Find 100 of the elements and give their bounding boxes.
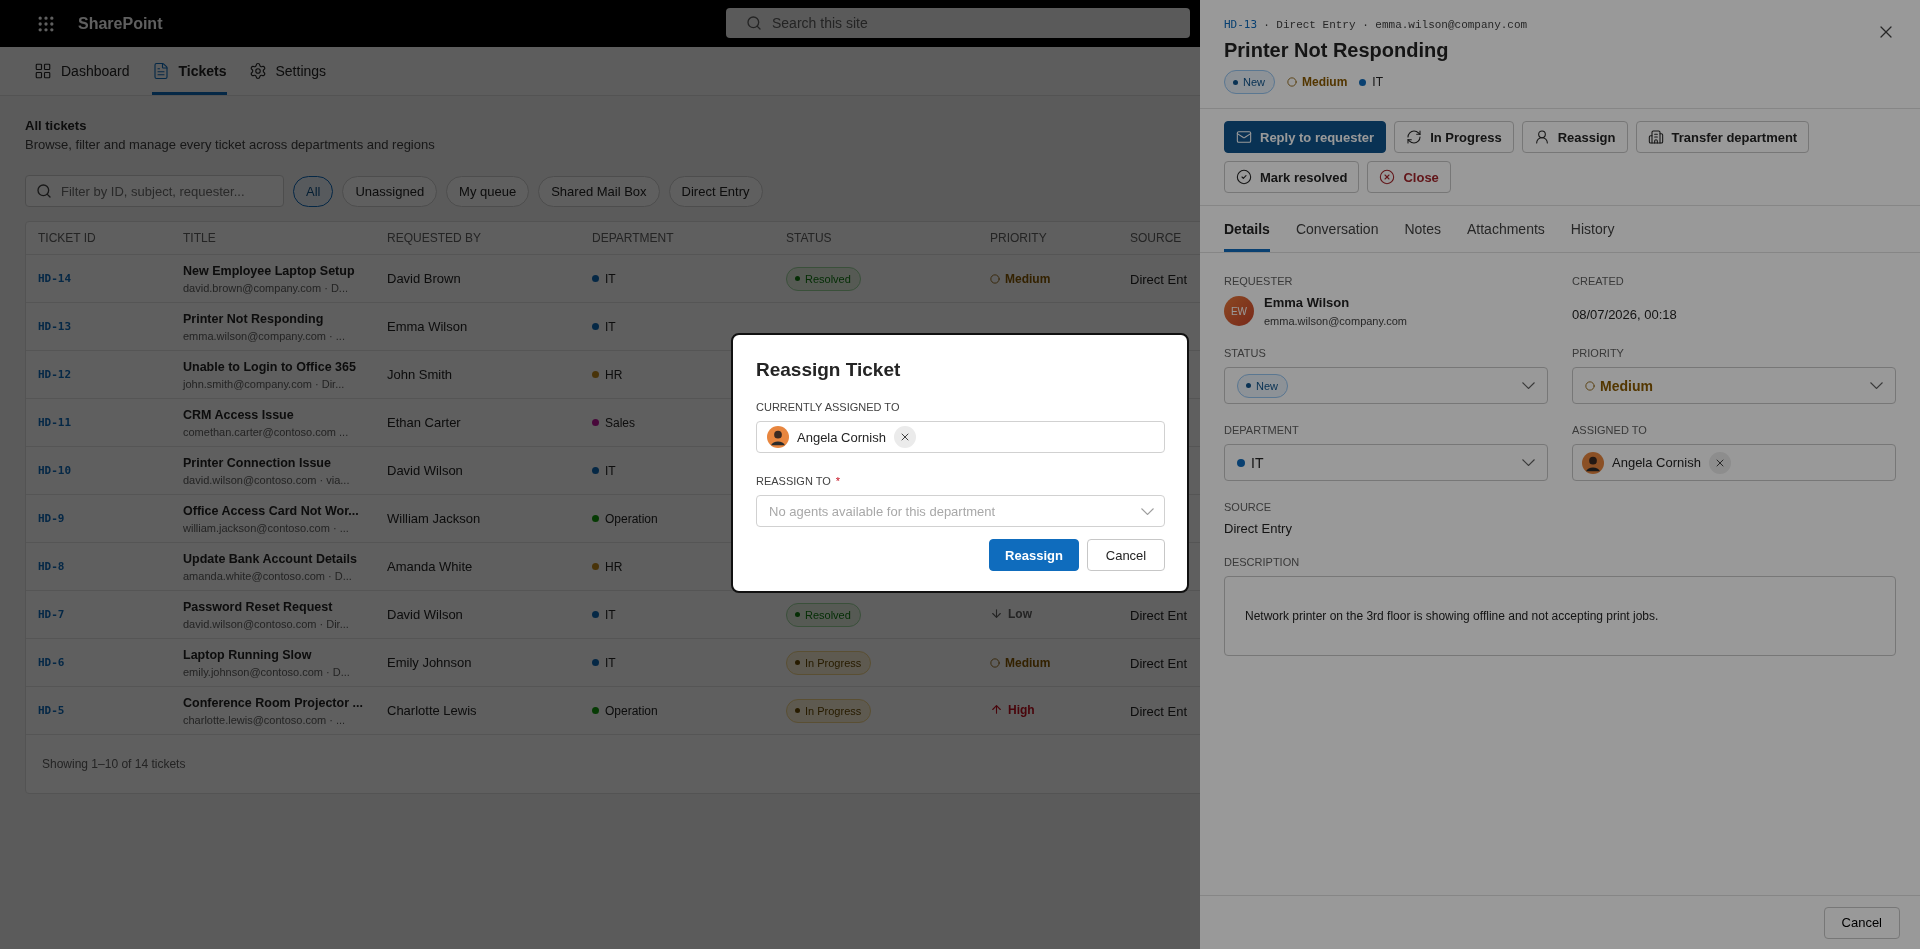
ticket-subtitle: david.brown@company.com · D...	[183, 281, 350, 294]
column-header: TITLE	[183, 231, 217, 245]
agent-select[interactable]: No agents available for this department	[756, 495, 1165, 527]
description-field[interactable]: Network printer on the 3rd floor is showing offline and not accepting print jobs.	[1224, 576, 1896, 656]
ticket-title: Office Access Card Not Wor...	[183, 503, 360, 518]
refresh-icon	[1406, 129, 1423, 145]
action-button[interactable]: In Progress	[1394, 121, 1514, 153]
ticket-id[interactable]: HD-8	[38, 560, 183, 573]
column-header: TICKET ID	[38, 231, 97, 245]
required-mark: *	[835, 475, 841, 487]
source-text: Direct Ent	[1130, 656, 1188, 671]
priority-text: Medium	[1005, 272, 1051, 286]
nav-tab[interactable]: Tickets	[151, 47, 227, 95]
filter-chip[interactable]: My queue	[446, 175, 530, 207]
column-header: PRIORITY	[990, 231, 1048, 245]
department-text: Operation	[605, 703, 658, 718]
ticket-title: Update Bank Account Details	[183, 551, 358, 566]
ticket-id[interactable]: HD-7	[38, 608, 183, 621]
action-button[interactable]: Mark resolved	[1224, 161, 1360, 193]
field-label: REQUESTER	[1224, 275, 1294, 287]
reassign-button[interactable]: Reassign	[989, 539, 1079, 571]
department-text: HR	[605, 559, 623, 574]
filter-chip[interactable]: All	[293, 175, 334, 207]
ticket-subtitle: amanda.white@contoso.com · D...	[183, 569, 353, 582]
field-label: ASSIGNED TO	[1572, 424, 1648, 436]
ticket-title: Laptop Running Slow	[183, 647, 313, 662]
field-label: REASSIGN TO	[756, 475, 831, 487]
circle-icon	[990, 274, 1000, 284]
action-button[interactable]: Reassign	[1521, 121, 1628, 153]
assignee-name: Angela Cornish	[1612, 455, 1701, 470]
field-label: DESCRIPTION	[1224, 556, 1301, 568]
department-text: IT	[605, 271, 616, 286]
ticket-subtitle: comethan.carter@contoso.com ...	[183, 425, 350, 438]
requester-name: Emily Johnson	[387, 655, 473, 670]
ticket-subtitle: emily.johnson@contoso.com · D...	[183, 665, 351, 678]
field-label: DEPARTMENT	[1224, 424, 1300, 436]
ticket-id[interactable]: HD-5	[38, 704, 183, 717]
status-badge: New	[1224, 70, 1275, 94]
requester-name: Amanda White	[387, 559, 474, 574]
ticket-id[interactable]: HD-10	[38, 464, 183, 477]
field-label: PRIORITY	[1572, 347, 1625, 359]
action-button[interactable]: Reply to requester	[1224, 121, 1387, 153]
status-badge: In Progress	[786, 698, 872, 723]
priority-text: High	[1008, 702, 1035, 717]
assignee-field[interactable]: Angela Cornish	[756, 421, 1165, 453]
field-label: CURRENTLY ASSIGNED TO	[756, 401, 900, 413]
department-text: IT	[605, 607, 616, 622]
avatar-icon	[767, 426, 789, 448]
filter-chip[interactable]: Direct Entry	[668, 175, 763, 207]
chevron-down-icon	[1870, 382, 1883, 389]
settings-icon	[248, 62, 267, 80]
source-text: Direct Ent	[1130, 704, 1188, 719]
panel-tab[interactable]: Attachments	[1467, 206, 1545, 252]
ticket-subtitle: william.jackson@contoso.com · ...	[183, 521, 350, 534]
status-select[interactable]: New	[1224, 367, 1548, 404]
ticket-id[interactable]: HD-9	[38, 512, 183, 525]
action-button[interactable]: Close	[1367, 161, 1451, 193]
ticket-id[interactable]: HD-13	[38, 320, 183, 333]
cancel-button[interactable]: Cancel	[1823, 906, 1900, 939]
search-icon	[746, 15, 762, 31]
department-select[interactable]: IT	[1224, 444, 1548, 481]
avatar: EW	[1224, 296, 1254, 326]
page-subtitle: Browse, filter and manage every ticket across departments and regions	[25, 137, 435, 152]
department-text: IT	[605, 655, 616, 670]
search-icon	[36, 183, 52, 199]
panel-tab[interactable]: Conversation	[1295, 206, 1379, 252]
ticket-id[interactable]: HD-11	[38, 416, 183, 429]
priority-text: Medium	[1302, 75, 1348, 89]
requester-name: David Brown	[387, 271, 462, 286]
nav-tab[interactable]: Settings	[248, 47, 327, 95]
filter-chip[interactable]: Unassigned	[342, 175, 438, 207]
page-title: All tickets	[25, 118, 87, 133]
source-text: Direct Ent	[1130, 272, 1188, 287]
priority-text: Medium	[1005, 656, 1051, 670]
remove-button[interactable]	[893, 426, 916, 448]
mail-icon	[1236, 129, 1252, 145]
ticket-id[interactable]: HD-12	[38, 368, 183, 381]
ticket-id[interactable]: HD-14	[38, 272, 183, 285]
column-header: STATUS	[786, 231, 833, 245]
field-label: SOURCE	[1224, 501, 1273, 513]
nav-tab[interactable]: Dashboard	[34, 47, 130, 95]
requester-name: David Wilson	[387, 607, 464, 622]
priority-select[interactable]: Medium	[1572, 367, 1896, 404]
panel-tab[interactable]: Details	[1224, 206, 1270, 252]
ticket-title: CRM Access Issue	[183, 407, 295, 422]
column-header: REQUESTED BY	[387, 231, 483, 245]
cancel-button[interactable]: Cancel	[1087, 539, 1165, 571]
panel-tab[interactable]: History	[1570, 206, 1615, 252]
status-badge: New	[1237, 373, 1288, 398]
department-text: IT	[605, 319, 616, 334]
status-badge: Resolved	[786, 602, 861, 627]
source-text: Direct Ent	[1130, 608, 1188, 623]
requester-email: emma.wilson@company.com	[1264, 315, 1407, 327]
remove-button[interactable]	[1708, 451, 1731, 474]
ticket-id[interactable]: HD-6	[38, 656, 183, 669]
action-button[interactable]: Transfer department	[1635, 121, 1810, 153]
x-circle-icon	[1379, 169, 1396, 185]
filter-chip[interactable]: Shared Mail Box	[538, 175, 660, 207]
panel-tab[interactable]: Notes	[1404, 206, 1441, 252]
assignee-field[interactable]: Angela Cornish	[1572, 444, 1896, 481]
